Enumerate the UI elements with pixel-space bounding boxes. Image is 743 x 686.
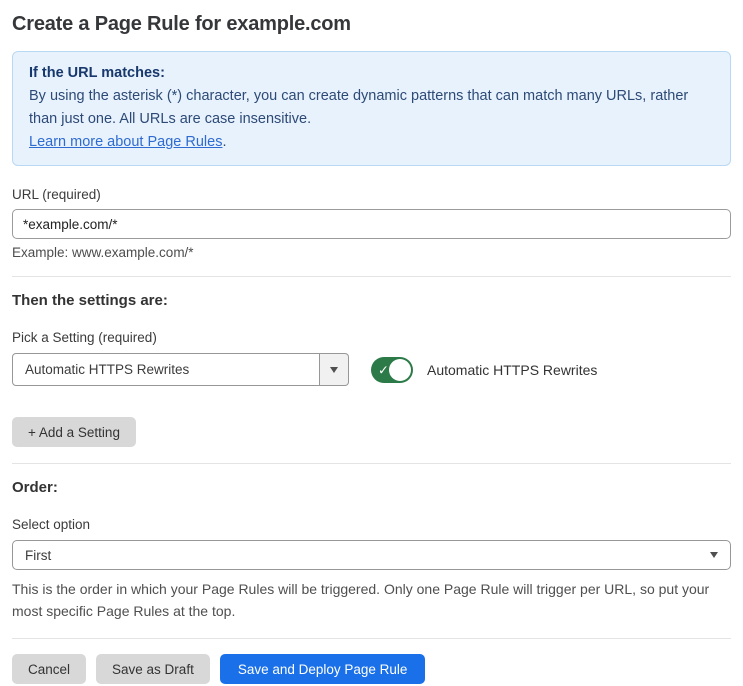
order-select[interactable]: First: [12, 540, 731, 570]
setting-picker-row: Automatic HTTPS Rewrites ✓ Automatic HTT…: [12, 353, 731, 386]
url-example-helper: Example: www.example.com/*: [12, 245, 194, 260]
cancel-button[interactable]: Cancel: [12, 654, 87, 684]
info-box-heading: If the URL matches:: [29, 65, 165, 81]
chevron-down-icon: [330, 366, 338, 373]
order-section-heading: Order:: [12, 479, 58, 496]
link-suffix: .: [222, 134, 227, 150]
check-icon: ✓: [378, 362, 389, 377]
footer-actions: Cancel Save as Draft Save and Deploy Pag…: [12, 654, 731, 684]
url-match-info-box: If the URL matches: By using the asteris…: [12, 51, 731, 166]
add-setting-button[interactable]: + Add a Setting: [12, 417, 136, 447]
divider: [12, 638, 731, 639]
setting-select-arrow-button[interactable]: [320, 353, 349, 386]
save-draft-button[interactable]: Save as Draft: [96, 654, 210, 684]
save-deploy-button[interactable]: Save and Deploy Page Rule: [219, 654, 426, 684]
order-select-label: Select option: [12, 517, 91, 532]
order-helper-text: This is the order in which your Page Rul…: [12, 581, 710, 619]
page-rule-form: Create a Page Rule for example.com If th…: [0, 0, 743, 684]
divider: [12, 276, 731, 277]
toggle-knob: [389, 358, 411, 381]
https-rewrites-toggle[interactable]: ✓: [371, 356, 413, 383]
setting-select-value: Automatic HTTPS Rewrites: [12, 353, 320, 386]
divider: [12, 463, 731, 464]
settings-section-heading: Then the settings are:: [12, 292, 168, 309]
learn-more-link[interactable]: Learn more about Page Rules: [29, 134, 222, 150]
url-input[interactable]: [12, 209, 731, 239]
order-select-value: First: [25, 547, 52, 563]
page-title: Create a Page Rule for example.com: [12, 13, 351, 35]
chevron-down-icon: [710, 552, 718, 558]
setting-select[interactable]: Automatic HTTPS Rewrites: [12, 353, 349, 386]
info-box-body: By using the asterisk (*) character, you…: [29, 88, 689, 127]
toggle-label: Automatic HTTPS Rewrites: [427, 361, 598, 378]
setting-picker-label: Pick a Setting (required): [12, 330, 157, 345]
info-box-link-line: Learn more about Page Rules.: [29, 131, 714, 154]
url-field-label: URL (required): [12, 187, 101, 202]
